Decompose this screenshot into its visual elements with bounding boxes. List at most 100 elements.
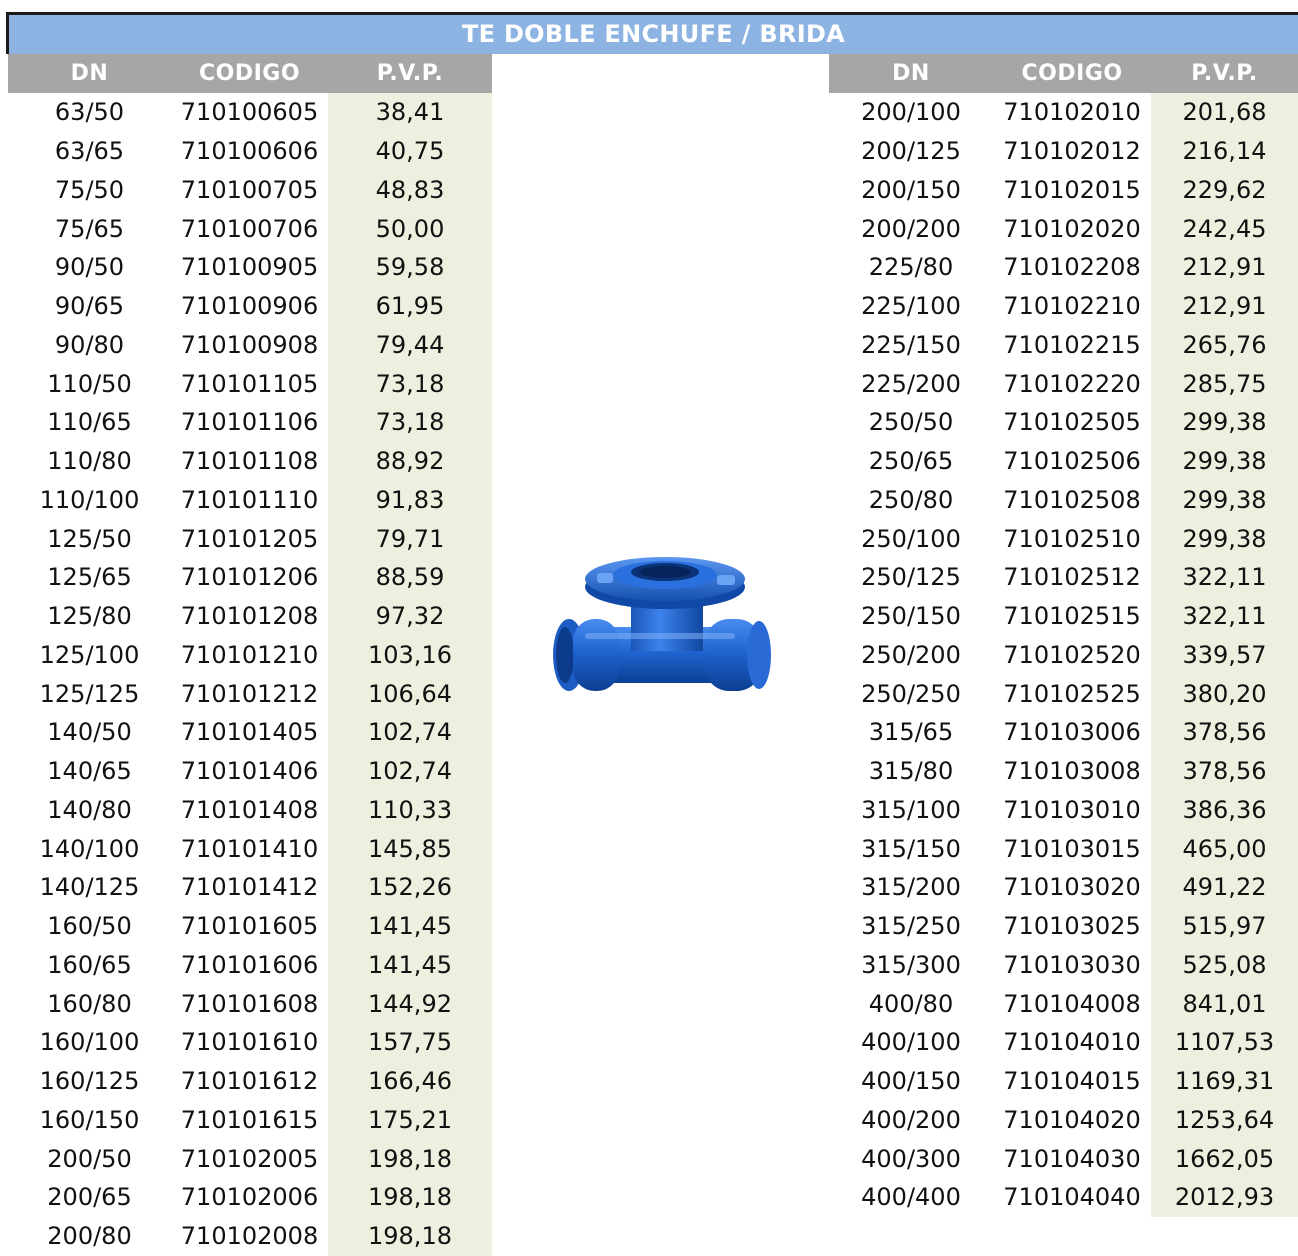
cell-pvp: 299,38 <box>1151 519 1298 558</box>
page-title: TE DOBLE ENCHUFE / BRIDA <box>6 12 1298 54</box>
table-row: 400/100 710104010 1107,53 <box>829 1023 1298 1062</box>
table-row: 90/50 710100905 59,58 <box>8 248 492 287</box>
cell-dn: 400/80 <box>868 989 954 1018</box>
cell-dn: 63/50 <box>54 98 125 127</box>
column-header-pvp: P.V.P. <box>1151 54 1298 93</box>
cell-codigo: 710101108 <box>180 447 319 476</box>
cell-dn: 315/200 <box>861 873 961 902</box>
cell-pvp: 73,18 <box>328 364 492 403</box>
cell-codigo: 710101615 <box>180 1105 319 1134</box>
table-row: 200/200 710102020 242,45 <box>829 209 1298 248</box>
cell-dn: 250/80 <box>868 485 954 514</box>
column-header-codigo: CODIGO <box>171 54 328 93</box>
table-row: 400/200 710104020 1253,64 <box>829 1100 1298 1140</box>
table-row: 125/80 710101208 97,32 <box>8 596 492 636</box>
table-row: 160/100 710101610 157,75 <box>8 1023 492 1062</box>
cell-codigo: 710104030 <box>1003 1144 1141 1173</box>
column-header-codigo: CODIGO <box>993 54 1151 93</box>
cell-pvp: 285,75 <box>1151 364 1298 403</box>
cell-dn: 125/80 <box>47 602 132 631</box>
table-row: 200/125 710102012 216,14 <box>829 131 1298 171</box>
cell-pvp: 110,33 <box>328 790 492 830</box>
table-row: 125/100 710101210 103,16 <box>8 635 492 675</box>
cell-codigo: 710102512 <box>1003 563 1141 592</box>
cell-pvp: 378,56 <box>1151 713 1298 752</box>
cell-dn: 110/50 <box>47 369 132 398</box>
flanged-tee-icon <box>553 557 771 691</box>
cell-dn: 200/65 <box>47 1183 132 1212</box>
cell-pvp: 166,46 <box>328 1061 492 1101</box>
table-row: 200/50 710102005 198,18 <box>8 1139 492 1178</box>
cell-pvp: 201,68 <box>1151 93 1298 132</box>
price-table-right: DN CODIGO P.V.P. 200/100 710102010 201,68 2… <box>829 54 1298 1217</box>
cell-pvp: 79,71 <box>328 519 492 558</box>
table-row: 400/400 710104040 2012,93 <box>829 1178 1298 1217</box>
cell-codigo: 710102008 <box>180 1222 319 1251</box>
cell-dn: 400/100 <box>861 1028 961 1057</box>
cell-dn: 63/65 <box>54 137 125 166</box>
cell-codigo: 710104020 <box>1003 1105 1141 1134</box>
cell-dn: 250/200 <box>861 640 961 669</box>
cell-codigo: 710102215 <box>1003 330 1141 359</box>
cell-pvp: 175,21 <box>328 1100 492 1140</box>
cell-codigo: 710102208 <box>1003 253 1141 282</box>
table-row: 110/80 710101108 88,92 <box>8 441 492 481</box>
cell-pvp: 212,91 <box>1151 248 1298 287</box>
cell-dn: 250/65 <box>868 447 954 476</box>
cell-codigo: 710102520 <box>1003 640 1141 669</box>
table-row: 125/50 710101205 79,71 <box>8 519 492 558</box>
cell-dn: 160/50 <box>47 912 132 941</box>
cell-pvp: 88,59 <box>328 558 492 597</box>
table-row: 200/150 710102015 229,62 <box>829 170 1298 210</box>
cell-dn: 400/400 <box>861 1183 961 1212</box>
cell-pvp: 141,45 <box>328 945 492 985</box>
table-row: 200/100 710102010 201,68 <box>829 93 1298 132</box>
table-row: 400/150 710104015 1169,31 <box>829 1061 1298 1101</box>
cell-codigo: 710103006 <box>1003 718 1141 747</box>
cell-pvp: 73,18 <box>328 403 492 442</box>
cell-dn: 250/100 <box>861 524 961 553</box>
cell-codigo: 710100606 <box>180 137 319 166</box>
table-row: 63/50 710100605 38,41 <box>8 93 492 132</box>
cell-dn: 140/80 <box>47 795 132 824</box>
table-row: 63/65 710100606 40,75 <box>8 131 492 171</box>
table-row: 160/50 710101605 141,45 <box>8 906 492 946</box>
cell-dn: 75/65 <box>54 214 125 243</box>
cell-dn: 125/125 <box>39 679 140 708</box>
cell-codigo: 710101205 <box>180 524 319 553</box>
table-header-row: DN CODIGO P.V.P. <box>8 54 492 93</box>
cell-pvp: 2012,93 <box>1151 1178 1298 1217</box>
cell-pvp: 322,11 <box>1151 558 1298 597</box>
cell-codigo: 710102006 <box>180 1183 319 1212</box>
cell-codigo: 710101412 <box>180 873 319 902</box>
cell-codigo: 710101608 <box>180 989 319 1018</box>
cell-codigo: 710101406 <box>180 757 319 786</box>
table-row: 225/150 710102215 265,76 <box>829 325 1298 365</box>
cell-pvp: 339,57 <box>1151 635 1298 675</box>
cell-pvp: 106,64 <box>328 674 492 713</box>
cell-codigo: 710101208 <box>180 602 319 631</box>
cell-dn: 315/300 <box>861 950 961 979</box>
cell-pvp: 198,18 <box>328 1139 492 1178</box>
table-row: 315/100 710103010 386,36 <box>829 790 1298 830</box>
cell-codigo: 710101605 <box>180 912 319 941</box>
cell-dn: 110/100 <box>39 485 140 514</box>
cell-codigo: 710104015 <box>1003 1067 1141 1096</box>
cell-codigo: 710102010 <box>1003 98 1141 127</box>
cell-pvp: 491,22 <box>1151 868 1298 907</box>
cell-dn: 110/80 <box>47 447 132 476</box>
table-row: 225/100 710102210 212,91 <box>829 286 1298 326</box>
table-row: 140/50 710101405 102,74 <box>8 713 492 752</box>
cell-codigo: 710103030 <box>1003 950 1141 979</box>
cell-dn: 140/50 <box>47 718 132 747</box>
cell-dn: 225/150 <box>861 330 961 359</box>
cell-pvp: 79,44 <box>328 325 492 365</box>
cell-pvp: 102,74 <box>328 751 492 791</box>
cell-codigo: 710102515 <box>1003 602 1141 631</box>
table-row: 225/200 710102220 285,75 <box>829 364 1298 403</box>
cell-pvp: 198,18 <box>328 1216 492 1256</box>
table-row: 250/80 710102508 299,38 <box>829 480 1298 520</box>
cell-codigo: 710101210 <box>180 640 319 669</box>
cell-codigo: 710100906 <box>180 292 319 321</box>
table-row: 160/125 710101612 166,46 <box>8 1061 492 1101</box>
